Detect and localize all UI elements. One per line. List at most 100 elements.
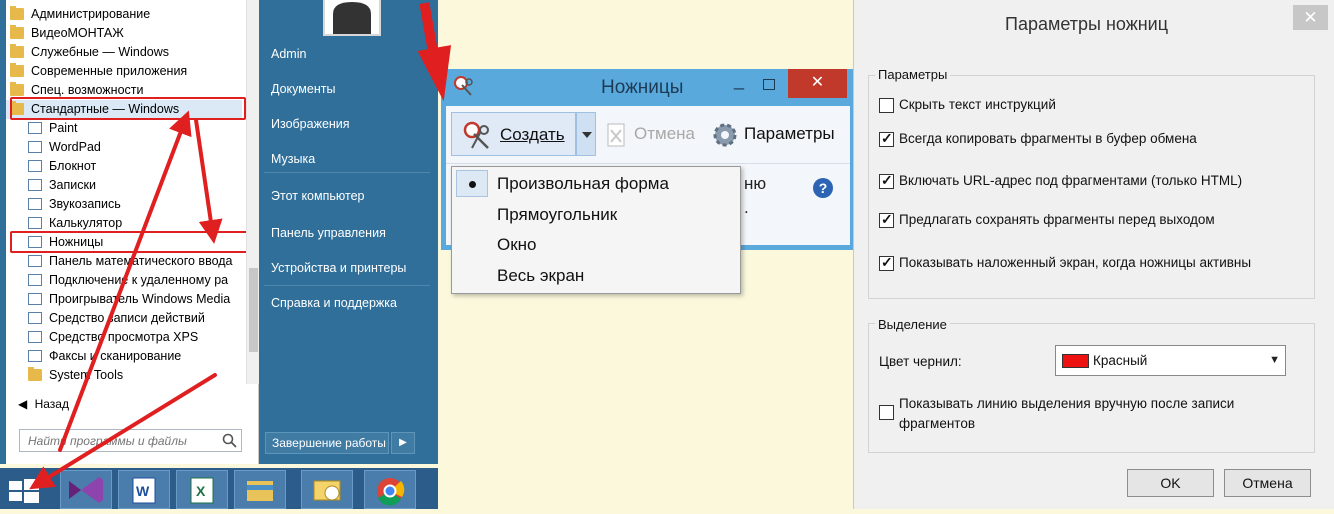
program-item[interactable]: Звукозапись — [6, 195, 242, 214]
back-button[interactable]: ◀ Назад — [18, 396, 69, 412]
math-input-icon — [28, 255, 42, 267]
svg-text:X: X — [196, 483, 206, 499]
taskbar-visual-studio[interactable] — [60, 470, 112, 509]
option-checkbox[interactable] — [879, 130, 894, 147]
menu-item-rectangle[interactable]: Прямоугольник — [497, 203, 617, 227]
chrome-icon — [377, 478, 405, 506]
highlight-box-accessories — [10, 97, 246, 120]
start-link[interactable]: Справка и поддержка — [271, 294, 397, 312]
scrollbar-thumb[interactable] — [249, 268, 258, 352]
selected-mode-marker — [456, 170, 488, 197]
program-label: Современные приложения — [31, 64, 188, 78]
ink-color-value: Красный — [1093, 353, 1148, 368]
dialog-close-button[interactable]: ✕ — [1293, 5, 1328, 30]
program-item[interactable]: Средство записи действий — [6, 309, 242, 328]
option-label: Включать URL-адрес под фрагментами (толь… — [899, 173, 1243, 188]
program-label: Подключение к удаленному ра — [49, 273, 229, 287]
program-item[interactable]: Подключение к удаленному ра — [6, 271, 242, 290]
ok-button[interactable]: OK — [1127, 469, 1214, 497]
minimize-button[interactable]: _ — [734, 71, 748, 91]
option-checkbox[interactable] — [879, 172, 894, 189]
start-link[interactable]: Музыка — [271, 150, 315, 168]
program-label: Администрирование — [31, 7, 151, 21]
paint-icon — [28, 122, 42, 134]
ink-color-label: Цвет чернил: — [879, 354, 962, 369]
program-item[interactable]: System Tools — [6, 366, 242, 385]
cancel-button[interactable]: Отмена — [634, 124, 695, 144]
visual-studio-icon — [69, 477, 103, 503]
program-item[interactable]: Paint — [6, 119, 242, 138]
scissors-icon — [463, 121, 489, 149]
menu-item-full-screen[interactable]: Весь экран — [497, 264, 584, 288]
program-item[interactable]: Администрирование — [6, 5, 242, 24]
start-link[interactable]: Изображения — [271, 115, 350, 133]
folder-icon — [28, 367, 42, 381]
shutdown-button[interactable]: Завершение работы — [265, 432, 389, 454]
selection-group-title: Выделение — [875, 317, 950, 332]
remote-desktop-icon — [28, 274, 42, 286]
program-label: Средство просмотра XPS — [49, 330, 199, 344]
program-item[interactable]: WordPad — [6, 138, 242, 157]
chevron-down-icon: ▼ — [1269, 354, 1280, 366]
shutdown-options-button[interactable]: ▶ — [391, 432, 415, 454]
show-selection-line-checkbox[interactable] — [879, 405, 894, 420]
snip-mode-dropdown-button[interactable] — [576, 112, 596, 156]
option-checkbox[interactable] — [879, 254, 894, 271]
snipping-tool-titlebar[interactable]: Ножницы _ ✕ — [441, 69, 854, 103]
program-item[interactable]: Современные приложения — [6, 62, 242, 81]
ink-color-select[interactable]: Красный ▼ — [1055, 345, 1286, 376]
options-button[interactable]: Параметры — [744, 124, 835, 144]
program-label: Звукозапись — [49, 197, 121, 211]
instruction-text-fragment-1: ню — [744, 174, 767, 193]
search-icon[interactable] — [222, 433, 237, 448]
outlook-icon — [313, 480, 341, 501]
option-checkbox[interactable] — [879, 98, 894, 113]
close-button[interactable]: ✕ — [788, 69, 847, 98]
program-label: Paint — [49, 121, 78, 135]
program-item[interactable]: Панель математического ввода — [6, 252, 242, 271]
cancel-dialog-button[interactable]: Отмена — [1224, 469, 1311, 497]
program-item[interactable]: Записки — [6, 176, 242, 195]
start-link[interactable]: Этот компьютер — [271, 187, 364, 205]
taskbar-file-explorer[interactable] — [234, 470, 286, 509]
menu-item-window[interactable]: Окно — [497, 233, 537, 257]
word-icon: W — [132, 477, 156, 504]
program-label: Записки — [49, 178, 96, 192]
dialog-titlebar[interactable]: Параметры ножниц ✕ — [854, 0, 1334, 44]
program-item[interactable]: Блокнот — [6, 157, 242, 176]
start-link[interactable]: Панель управления — [271, 224, 386, 242]
options-group-title: Параметры — [875, 67, 951, 82]
snipping-tool-toolbar: Создать Отмена Параметры — [446, 106, 850, 164]
snipping-tool-title: Ножницы — [601, 77, 684, 98]
radio-dot-icon — [469, 181, 476, 188]
new-snip-button[interactable]: Создать — [451, 112, 576, 156]
taskbar-word[interactable]: W — [118, 470, 170, 509]
search-box[interactable] — [19, 429, 242, 452]
start-button[interactable] — [0, 468, 48, 509]
program-item[interactable]: Средство просмотра XPS — [6, 328, 242, 347]
folder-icon — [10, 6, 24, 20]
start-link[interactable]: Admin — [271, 45, 306, 63]
show-selection-line-label: Показывать линию выделения вручную после… — [899, 396, 1235, 411]
search-input[interactable] — [20, 430, 210, 451]
highlight-box-snipping-tool — [10, 231, 253, 253]
help-icon[interactable]: ? — [813, 178, 833, 198]
taskbar-excel[interactable]: X — [176, 470, 228, 509]
program-label: Служебные — Windows — [31, 45, 170, 59]
menu-item-free-form[interactable]: Произвольная форма — [497, 172, 669, 196]
option-checkbox[interactable] — [879, 211, 894, 228]
taskbar-chrome[interactable] — [364, 470, 416, 509]
taskbar-outlook[interactable] — [301, 470, 353, 509]
start-link[interactable]: Устройства и принтеры — [271, 259, 406, 277]
program-item[interactable]: Проигрыватель Windows Media — [6, 290, 242, 309]
program-item[interactable]: Факсы и сканирование — [6, 347, 242, 366]
maximize-button[interactable] — [763, 79, 775, 90]
cancel-icon — [607, 123, 625, 147]
program-item[interactable]: Служебные — Windows — [6, 43, 242, 62]
user-avatar[interactable] — [323, 0, 381, 36]
start-link[interactable]: Документы — [271, 80, 335, 98]
sticky-notes-icon — [28, 179, 42, 191]
programs-scrollbar[interactable] — [246, 0, 259, 384]
dialog-title: Параметры ножниц — [1005, 14, 1169, 34]
program-item[interactable]: ВидеоМОНТАЖ — [6, 24, 242, 43]
